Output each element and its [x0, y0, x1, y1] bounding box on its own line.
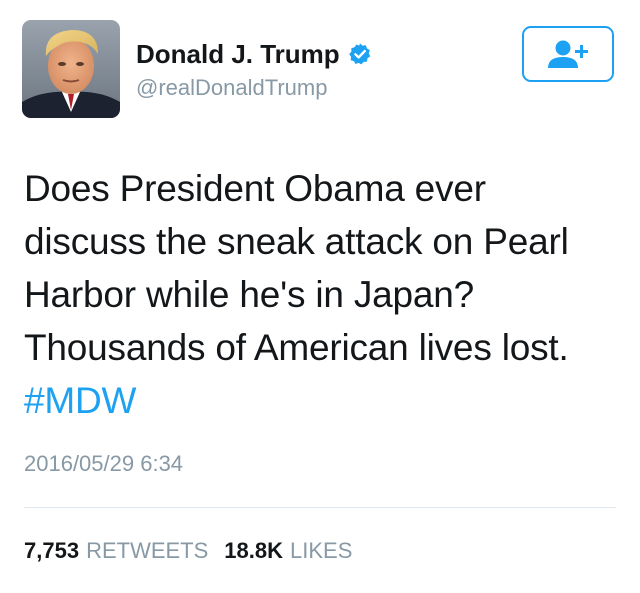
avatar-photo	[22, 20, 120, 118]
retweets-label: RETWEETS	[86, 538, 209, 563]
tweet-text-line: Thousands of American lives lost.	[24, 327, 569, 368]
verified-badge-icon	[348, 43, 370, 65]
tweet-text: Does President Obama ever discuss the sn…	[24, 162, 624, 427]
retweets-count: 7,753	[24, 538, 80, 563]
display-name[interactable]: Donald J. Trump	[136, 38, 340, 70]
tweet-text-line: discuss the sneak attack on Pearl	[24, 221, 569, 262]
follow-button[interactable]	[522, 26, 614, 82]
likes-stat[interactable]: 18.8K LIKES	[224, 537, 352, 565]
likes-count: 18.8K	[224, 538, 284, 563]
hashtag-link[interactable]: #MDW	[24, 380, 136, 421]
avatar[interactable]	[22, 20, 120, 118]
tweet-text-line: Harbor while he's in Japan?	[24, 274, 475, 315]
divider	[24, 507, 616, 508]
tweet-stats: 7,753 RETWEETS 18.8K LIKES	[24, 537, 352, 565]
tweet-text-line: Does President Obama ever	[24, 168, 486, 209]
likes-label: LIKES	[290, 538, 353, 563]
add-user-icon	[548, 40, 588, 68]
retweets-stat[interactable]: 7,753 RETWEETS	[24, 537, 208, 565]
user-name-row: Donald J. Trump	[136, 38, 372, 70]
user-handle[interactable]: @realDonaldTrump	[136, 74, 327, 102]
tweet-timestamp[interactable]: 2016/05/29 6:34	[24, 450, 183, 478]
tweet-card: Donald J. Trump @realDonaldTrump Does Pr…	[0, 0, 640, 593]
